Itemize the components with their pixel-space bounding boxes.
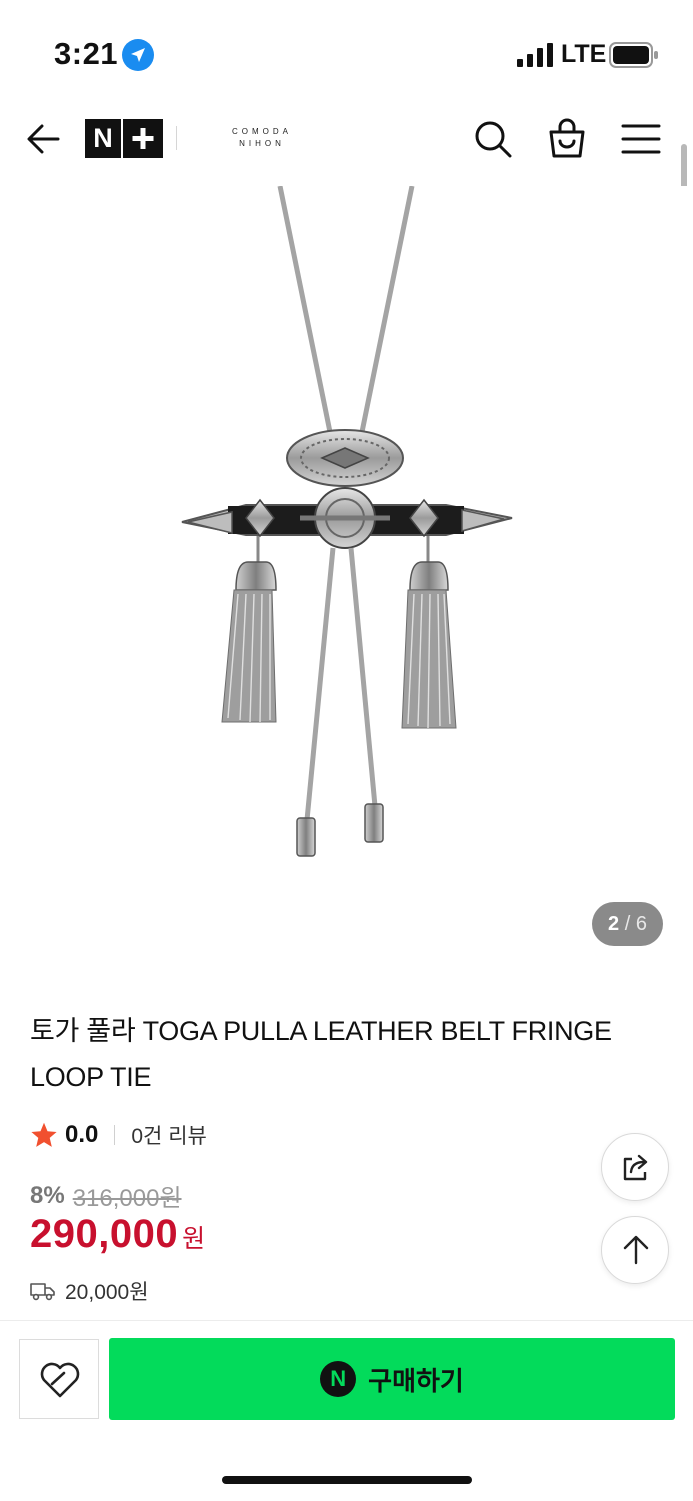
rating-value: 0.0 (65, 1121, 99, 1148)
nplus-logo[interactable]: N (85, 119, 163, 158)
bottom-action-bar: N 구매하기 (0, 1320, 693, 1501)
image-counter-separator: / (624, 913, 631, 935)
share-icon (623, 1154, 648, 1181)
cart-button[interactable] (546, 116, 588, 160)
signal-icon (517, 43, 553, 67)
wishlist-button[interactable] (19, 1339, 99, 1419)
brand-logo-line2: NIHON (239, 139, 285, 148)
status-bar: 3:21 LTE (0, 0, 693, 100)
naver-n-icon: N (320, 1361, 357, 1397)
sale-price: 290,000 (30, 1212, 179, 1256)
shipping-fee: 20,000원 (65, 1281, 149, 1304)
image-counter-total: 6 (635, 913, 647, 935)
star-icon (31, 1122, 57, 1147)
home-indicator (222, 1476, 472, 1484)
status-time: 3:21 (54, 36, 119, 71)
share-button[interactable] (601, 1133, 669, 1201)
rating-row[interactable]: 0.0 0건 리뷰 (30, 1118, 207, 1152)
app-header: N COMODA NIHON (0, 100, 693, 187)
menu-button[interactable] (621, 122, 661, 156)
heart-icon (40, 1362, 80, 1398)
battery-icon (609, 42, 658, 68)
location-icon (122, 39, 154, 71)
rating-divider (114, 1125, 116, 1145)
nplus-logo-n: N (85, 119, 123, 158)
brand-logo[interactable]: COMODA NIHON (222, 126, 302, 150)
brand-logo-line1: COMODA (232, 127, 292, 136)
scroll-top-button[interactable] (601, 1216, 669, 1284)
buy-button[interactable]: N 구매하기 (109, 1338, 675, 1420)
discount-rate: 8% (30, 1181, 65, 1209)
sale-price-unit: 원 (182, 1225, 206, 1253)
image-counter-current: 2 (608, 913, 620, 935)
network-label: LTE (561, 40, 607, 68)
plus-icon (123, 119, 163, 158)
product-image[interactable]: 2 / 6 (0, 185, 693, 966)
shipping-row: 20,000원 (30, 1276, 149, 1306)
product-title: 토가 풀라 TOGA PULLA LEATHER BELT FRINGE LOO… (30, 1016, 612, 1092)
truck-icon (30, 1283, 55, 1301)
discount-row: 8% 316,000원 (30, 1178, 182, 1213)
search-button[interactable] (472, 118, 514, 160)
review-count-link[interactable]: 0건 리뷰 (131, 1120, 206, 1150)
arrow-up-icon (623, 1235, 649, 1265)
image-counter: 2 / 6 (592, 902, 663, 946)
logo-divider (176, 126, 177, 150)
necklace-illustration (181, 185, 513, 857)
sale-price-row: 290,000 원 (30, 1212, 205, 1257)
buy-button-label: 구매하기 (368, 1365, 464, 1396)
back-button[interactable] (24, 119, 64, 159)
original-price: 316,000원 (72, 1185, 182, 1212)
